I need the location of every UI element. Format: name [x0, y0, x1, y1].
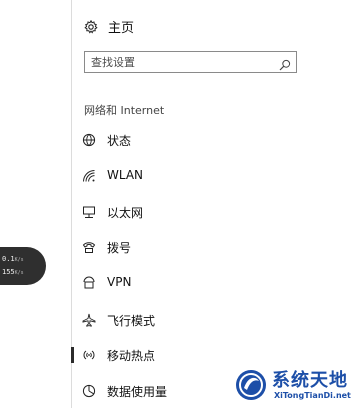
- search-box[interactable]: [84, 51, 297, 73]
- globe-icon: [82, 133, 96, 147]
- nav-item-dial-up[interactable]: 拨号: [72, 231, 322, 263]
- search-icon[interactable]: [279, 56, 291, 71]
- nav-item-status[interactable]: 状态: [72, 124, 322, 156]
- nav-item-vpn[interactable]: VPN: [72, 267, 322, 299]
- home-link[interactable]: 主页: [84, 16, 134, 36]
- search-input[interactable]: [85, 52, 271, 72]
- home-label: 主页: [108, 20, 135, 36]
- upload-speed-unit: K/s: [14, 257, 24, 263]
- ethernet-icon: [82, 205, 96, 219]
- upload-speed-value: 0.1: [2, 255, 15, 263]
- watermark-logo-icon: [234, 368, 268, 402]
- gear-icon: [84, 19, 98, 34]
- nav-item-label: 状态: [107, 134, 132, 148]
- hotspot-icon: [82, 348, 96, 362]
- data-usage-icon: [82, 384, 96, 398]
- vpn-icon: [82, 276, 96, 290]
- watermark: 系统天地 XiTongTianDi.net: [230, 364, 356, 408]
- nav-item-label: 数据使用量: [107, 385, 168, 399]
- nav-item-label: 移动热点: [107, 349, 156, 363]
- section-title: 网络和 Internet: [84, 104, 165, 117]
- watermark-subtitle: XiTongTianDi.net: [274, 391, 351, 400]
- nav-item-label: 以太网: [107, 206, 144, 220]
- dial-up-icon: [82, 240, 96, 254]
- nav-item-label: 飞行模式: [107, 314, 156, 328]
- wifi-icon: [82, 169, 96, 183]
- watermark-title: 系统天地: [272, 370, 348, 391]
- nav-item-wlan[interactable]: WLAN: [72, 160, 322, 192]
- nav-item-airplane-mode[interactable]: 飞行模式: [72, 304, 322, 336]
- upload-speed: 0.1K/s: [2, 253, 46, 266]
- nav-item-ethernet[interactable]: 以太网: [72, 196, 322, 228]
- nav-item-label: 拨号: [107, 241, 132, 255]
- nav-item-label: VPN: [107, 275, 132, 289]
- airplane-icon: [82, 313, 96, 327]
- nav-item-label: WLAN: [107, 168, 144, 182]
- download-speed-unit: K/s: [14, 270, 24, 276]
- download-speed: 155K/s: [2, 266, 46, 279]
- download-speed-value: 155: [2, 268, 15, 276]
- network-speed-widget[interactable]: 0.1K/s 155K/s: [0, 247, 46, 285]
